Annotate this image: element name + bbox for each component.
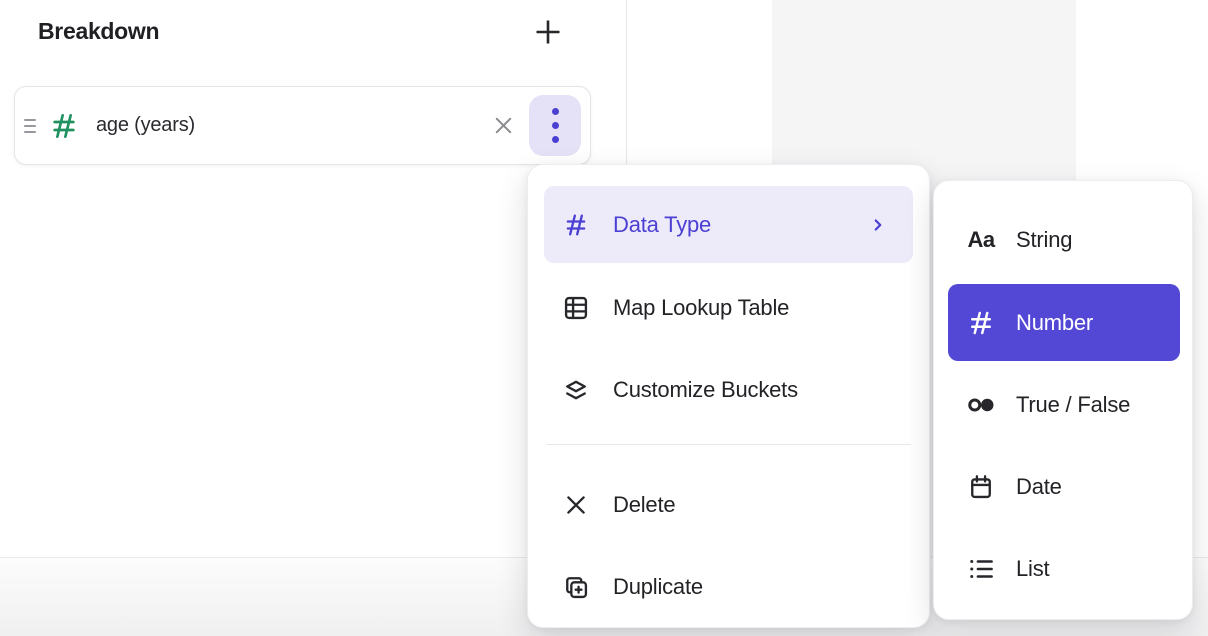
menu-item-duplicate[interactable]: Duplicate (544, 548, 913, 625)
true-false-circles-icon (966, 390, 996, 420)
chevron-right-icon (869, 216, 887, 234)
menu-item-label: Data Type (613, 212, 711, 238)
x-icon (562, 492, 590, 518)
menu-item-data-type[interactable]: Data Type (544, 186, 913, 263)
menu-item-label: Customize Buckets (613, 377, 798, 403)
number-hash-icon (48, 110, 80, 142)
menu-item-label: Duplicate (613, 574, 703, 600)
app-screen: Breakdown age (years) (0, 0, 1208, 636)
stack-icon (562, 376, 590, 404)
x-icon (492, 114, 515, 137)
submenu-item-label: Date (1016, 474, 1062, 500)
submenu-item-label: Number (1016, 310, 1093, 336)
menu-item-customize-buckets[interactable]: Customize Buckets (544, 351, 913, 428)
calendar-icon (966, 473, 996, 501)
breakdown-field-card[interactable]: age (years) (14, 86, 591, 165)
kebab-vertical-icon (552, 108, 559, 115)
field-menu-button[interactable] (529, 95, 581, 156)
submenu-item-number[interactable]: Number (948, 284, 1180, 361)
copy-plus-icon (562, 573, 590, 601)
hash-icon (966, 308, 996, 338)
submenu-item-label: String (1016, 227, 1072, 253)
submenu-item-string[interactable]: Aa String (948, 201, 1180, 278)
menu-item-label: Map Lookup Table (613, 295, 789, 321)
hash-icon (562, 211, 590, 239)
field-context-menu: Data Type Map Lookup Table Customize Buc… (527, 164, 930, 628)
table-icon (562, 294, 590, 322)
drag-handle-icon[interactable] (24, 119, 38, 133)
menu-item-label: Delete (613, 492, 675, 518)
list-icon (966, 554, 996, 584)
menu-item-map-lookup-table[interactable]: Map Lookup Table (544, 269, 913, 346)
menu-divider (546, 444, 911, 445)
add-breakdown-button[interactable] (528, 12, 568, 52)
submenu-item-date[interactable]: Date (948, 448, 1180, 525)
submenu-item-label: True / False (1016, 392, 1130, 418)
submenu-item-label: List (1016, 556, 1049, 582)
breakdown-title: Breakdown (38, 18, 159, 45)
menu-item-delete[interactable]: Delete (544, 466, 913, 543)
field-label: age (years) (96, 114, 195, 137)
submenu-item-true-false[interactable]: True / False (948, 366, 1180, 443)
aa-icon: Aa (966, 227, 996, 253)
remove-field-button[interactable] (483, 106, 523, 146)
data-type-submenu: Aa String Number True / False (933, 180, 1193, 620)
plus-icon (533, 17, 563, 47)
submenu-item-list[interactable]: List (948, 530, 1180, 607)
